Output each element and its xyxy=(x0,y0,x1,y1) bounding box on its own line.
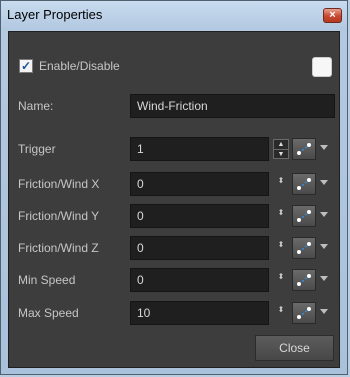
spin-arrows-icon[interactable]: ⬍ xyxy=(276,209,286,223)
dialog-body: ✓ Enable/Disable Name: Wind-Friction Tri… xyxy=(8,31,340,368)
param-label: Min Speed xyxy=(18,273,76,287)
param-row-friction-wind-x: Friction/Wind X 0 ⬍ xyxy=(9,172,339,196)
function-curve-button[interactable] xyxy=(292,138,316,160)
function-curve-icon xyxy=(297,210,311,222)
name-input[interactable]: Wind-Friction xyxy=(130,94,335,118)
name-label: Name: xyxy=(18,99,54,113)
function-curve-icon xyxy=(297,178,311,190)
chevron-down-icon[interactable] xyxy=(320,212,328,217)
friction-wind-z-input[interactable]: 0 xyxy=(130,236,269,260)
param-label: Trigger xyxy=(18,142,56,156)
chevron-down-icon[interactable] xyxy=(320,145,328,150)
trigger-input[interactable]: 1 xyxy=(130,137,269,161)
param-row-trigger: Trigger 1 ▲ ▼ xyxy=(9,137,339,161)
chevron-down-icon[interactable] xyxy=(320,244,328,249)
function-curve-button[interactable] xyxy=(292,302,316,324)
spin-arrows-icon[interactable]: ⬍ xyxy=(276,273,286,287)
param-label: Max Speed xyxy=(18,306,79,320)
param-row-friction-wind-y: Friction/Wind Y 0 ⬍ xyxy=(9,204,339,228)
function-curve-icon xyxy=(297,307,311,319)
window-close-button[interactable]: × xyxy=(323,8,342,23)
friction-wind-x-input[interactable]: 0 xyxy=(130,172,269,196)
trigger-spinner[interactable]: ▲ ▼ xyxy=(273,139,289,159)
checkmark-icon: ✓ xyxy=(20,59,32,73)
layer-properties-dialog: Layer Properties × ✓ Enable/Disable Name… xyxy=(0,0,348,375)
function-curve-button[interactable] xyxy=(292,237,316,259)
layer-color-swatch[interactable] xyxy=(312,57,332,77)
enable-checkbox[interactable]: ✓ xyxy=(19,59,33,73)
name-row: Name: Wind-Friction xyxy=(9,94,339,118)
param-label: Friction/Wind X xyxy=(18,177,100,191)
function-curve-icon xyxy=(297,242,311,254)
spin-down-icon[interactable]: ▼ xyxy=(274,149,288,159)
param-row-friction-wind-z: Friction/Wind Z 0 ⬍ xyxy=(9,236,339,260)
close-button[interactable]: Close xyxy=(255,335,334,361)
enable-label: Enable/Disable xyxy=(39,59,120,73)
param-row-min-speed: Min Speed 0 ⬍ xyxy=(9,268,339,292)
friction-wind-y-input[interactable]: 0 xyxy=(130,204,269,228)
max-speed-input[interactable]: 10 xyxy=(130,301,269,325)
close-icon: × xyxy=(329,9,336,21)
param-label: Friction/Wind Z xyxy=(18,241,99,255)
chevron-down-icon[interactable] xyxy=(320,309,328,314)
function-curve-icon xyxy=(297,143,311,155)
dialog-title: Layer Properties xyxy=(7,7,103,22)
chevron-down-icon[interactable] xyxy=(320,180,328,185)
spin-up-icon[interactable]: ▲ xyxy=(274,140,288,149)
param-row-max-speed: Max Speed 10 ⬍ xyxy=(9,301,339,325)
title-bar[interactable]: Layer Properties × xyxy=(1,1,347,29)
function-curve-button[interactable] xyxy=(292,173,316,195)
spin-arrows-icon[interactable]: ⬍ xyxy=(276,306,286,320)
param-label: Friction/Wind Y xyxy=(18,209,100,223)
chevron-down-icon[interactable] xyxy=(320,276,328,281)
function-curve-icon xyxy=(297,274,311,286)
function-curve-button[interactable] xyxy=(292,205,316,227)
spin-arrows-icon[interactable]: ⬍ xyxy=(276,177,286,191)
spin-arrows-icon[interactable]: ⬍ xyxy=(276,241,286,255)
function-curve-button[interactable] xyxy=(292,269,316,291)
min-speed-input[interactable]: 0 xyxy=(130,268,269,292)
